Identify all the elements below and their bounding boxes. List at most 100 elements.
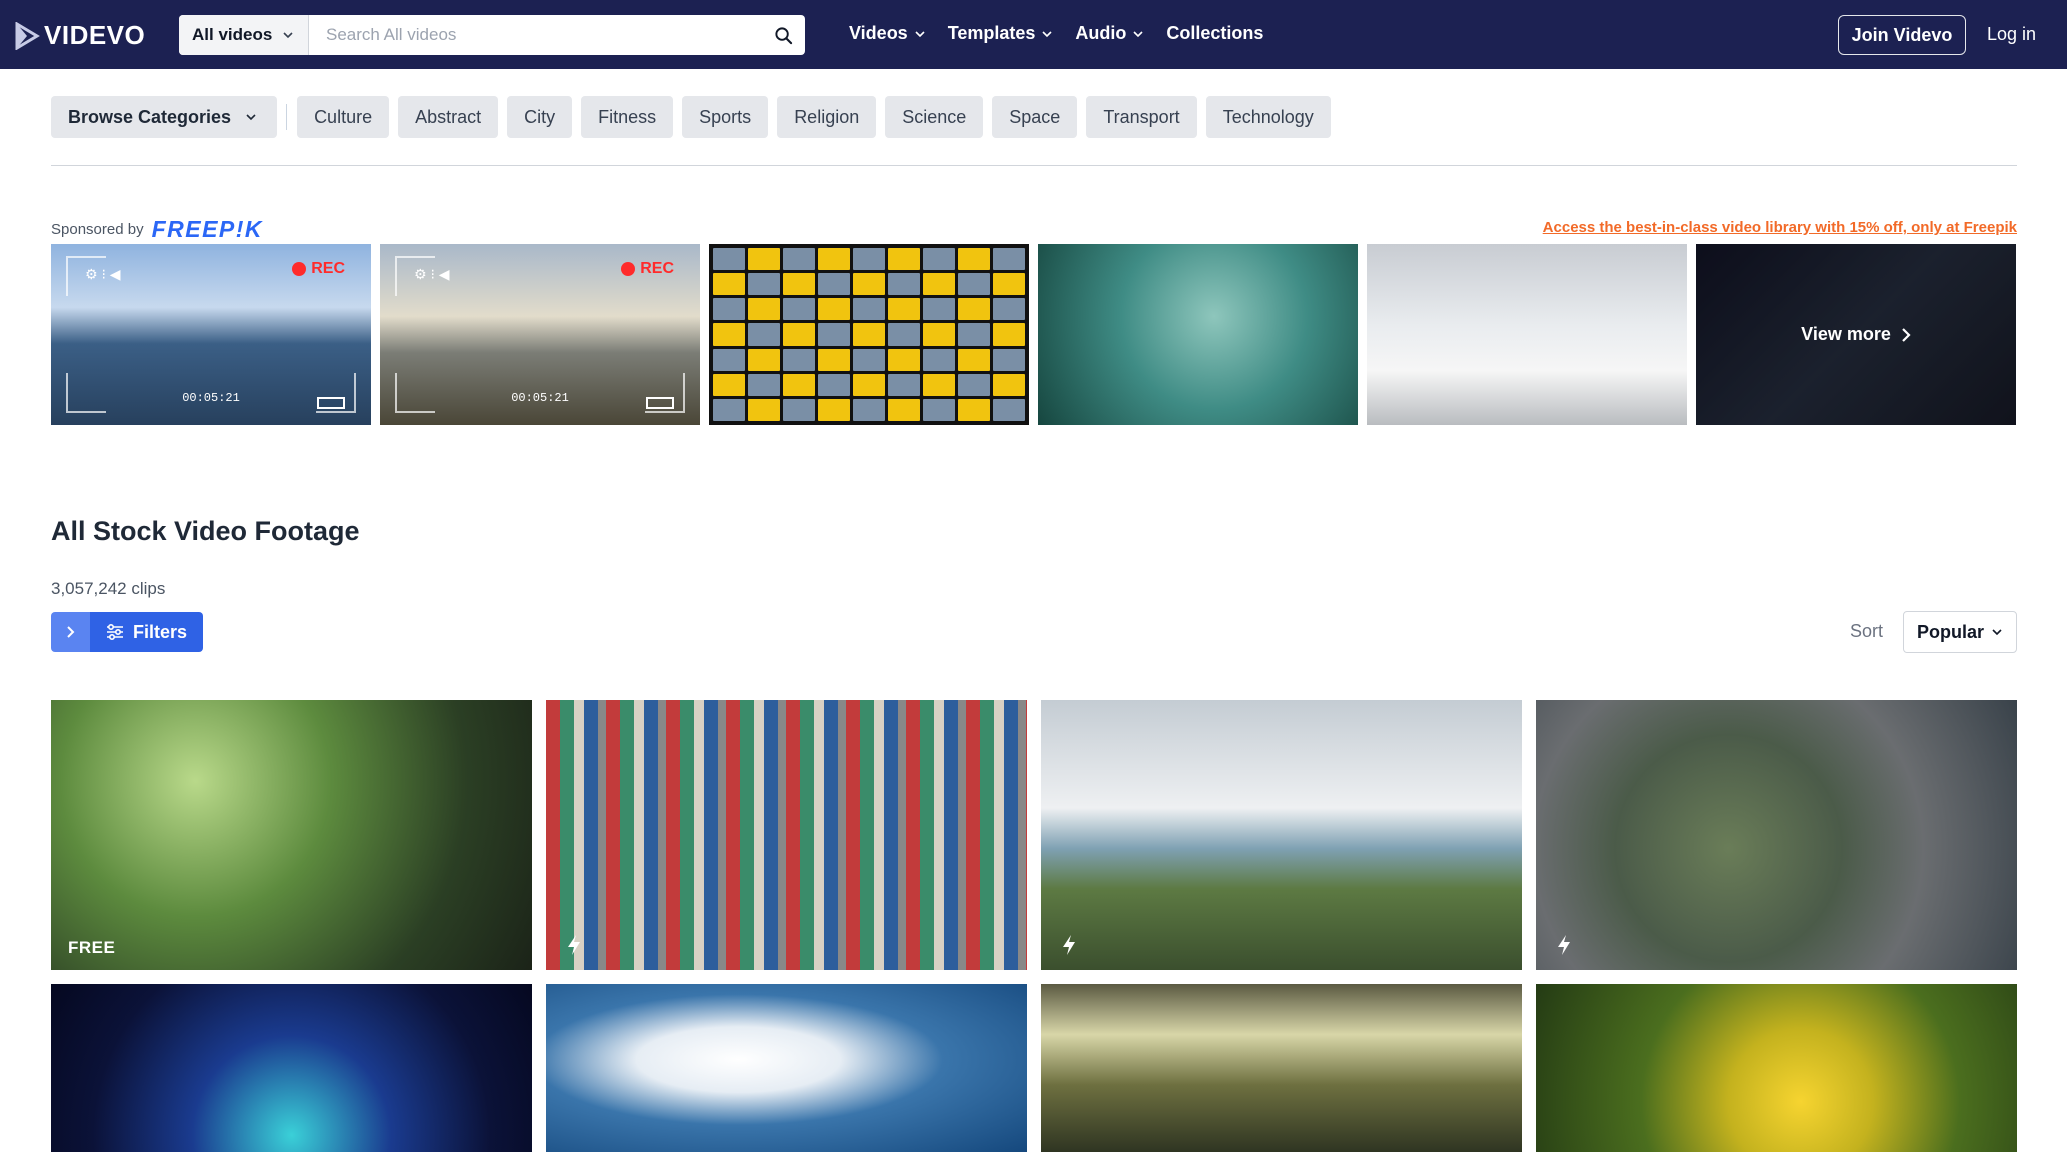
sponsored-thumb[interactable]: ⚙ ⁝ ◀ REC 00:05:21	[51, 244, 371, 425]
chevron-down-icon	[1133, 30, 1143, 37]
mosaic-tile	[853, 323, 885, 346]
chevron-right-icon	[1902, 327, 1911, 342]
chevron-down-icon	[915, 30, 925, 37]
video-card[interactable]	[1041, 984, 1522, 1152]
menu-videos-label: Videos	[849, 23, 908, 43]
camera-settings-icon: ⚙ ⁝ ◀	[414, 266, 450, 282]
rec-dot-icon	[621, 262, 636, 276]
search-input[interactable]	[309, 15, 761, 55]
filters-button[interactable]: Filters	[90, 612, 203, 652]
sort-dropdown[interactable]: Popular	[1903, 611, 2017, 653]
mosaic-tile	[923, 298, 955, 321]
mosaic-tile	[888, 398, 920, 421]
video-card[interactable]	[546, 700, 1027, 970]
mosaic-tile	[888, 373, 920, 396]
mosaic-tile	[748, 398, 780, 421]
mosaic-tile	[958, 398, 990, 421]
mosaic-tile	[748, 298, 780, 321]
sponsored-thumb[interactable]	[1038, 244, 1358, 425]
mosaic-tile	[888, 323, 920, 346]
lightning-icon	[568, 935, 580, 955]
video-mosaic	[713, 248, 1025, 421]
mosaic-tile	[713, 298, 745, 321]
mosaic-tile	[818, 298, 850, 321]
video-card[interactable]	[1041, 700, 1522, 970]
category-chip-technology[interactable]: Technology	[1205, 96, 1331, 138]
login-link[interactable]: Log in	[1987, 24, 2036, 45]
video-card[interactable]	[51, 984, 532, 1152]
category-chip-transport[interactable]: Transport	[1086, 96, 1197, 138]
category-chip-sports[interactable]: Sports	[682, 96, 769, 138]
mosaic-tile	[783, 323, 815, 346]
menu-templates[interactable]: Templates	[948, 23, 1054, 44]
camera-settings-icon: ⚙ ⁝ ◀	[85, 266, 121, 282]
mosaic-tile	[923, 398, 955, 421]
video-card[interactable]	[1536, 984, 2017, 1152]
mosaic-tile	[818, 398, 850, 421]
mosaic-tile	[958, 348, 990, 371]
filters-toggle-button[interactable]	[51, 612, 90, 652]
sliders-icon	[106, 624, 123, 640]
play-logo-icon	[15, 21, 40, 50]
sort-value: Popular	[1916, 621, 1984, 642]
sponsored-prefix: Sponsored by	[51, 221, 144, 238]
browse-categories-button[interactable]: Browse Categories	[51, 96, 278, 138]
category-chip-city[interactable]: City	[507, 96, 573, 138]
video-card[interactable]	[546, 984, 1027, 1152]
mosaic-tile	[713, 373, 745, 396]
video-grid: FREE	[51, 700, 2017, 1152]
category-bar: Browse Categories Culture Abstract City …	[51, 96, 1331, 138]
mosaic-tile	[783, 348, 815, 371]
page-title: All Stock Video Footage	[51, 516, 360, 546]
search-bar: All videos	[179, 15, 805, 55]
mosaic-tile	[923, 373, 955, 396]
freepik-logo[interactable]: FREEP!K	[152, 216, 263, 243]
sponsored-thumb[interactable]	[709, 244, 1029, 425]
category-chip-fitness[interactable]: Fitness	[581, 96, 674, 138]
mosaic-tile	[783, 373, 815, 396]
category-chip-space[interactable]: Space	[992, 96, 1078, 138]
lightning-icon	[1063, 935, 1075, 955]
category-chip-religion[interactable]: Religion	[777, 96, 877, 138]
filters-control: Filters	[51, 612, 203, 652]
mosaic-tile	[888, 298, 920, 321]
free-badge: FREE	[68, 938, 116, 957]
menu-videos[interactable]: Videos	[849, 23, 926, 44]
category-chip-culture[interactable]: Culture	[297, 96, 390, 138]
menu-audio[interactable]: Audio	[1075, 23, 1144, 44]
view-more-button[interactable]: View more	[1696, 244, 2016, 425]
sponsored-thumb[interactable]	[1367, 244, 1687, 425]
search-scope-select[interactable]: All videos	[179, 15, 309, 55]
mosaic-tile	[713, 348, 745, 371]
sponsored-thumb-view-more[interactable]: View more	[1696, 244, 2016, 425]
search-button[interactable]	[761, 15, 805, 55]
video-card[interactable]	[1536, 700, 2017, 970]
chevron-down-icon	[246, 114, 256, 121]
mosaic-tile	[888, 248, 920, 271]
clip-count: 3,057,242 clips	[51, 579, 166, 598]
menu-collections-label: Collections	[1166, 23, 1264, 43]
mosaic-tile	[853, 298, 885, 321]
category-chip-science[interactable]: Science	[885, 96, 984, 138]
mosaic-tile	[923, 348, 955, 371]
mosaic-tile	[818, 323, 850, 346]
mosaic-tile	[958, 323, 990, 346]
mosaic-tile	[713, 248, 745, 271]
mosaic-tile	[783, 248, 815, 271]
mosaic-tile	[923, 323, 955, 346]
mosaic-tile	[853, 373, 885, 396]
menu-collections[interactable]: Collections	[1166, 23, 1263, 44]
mosaic-tile	[958, 373, 990, 396]
videvo-logo[interactable]: VIDEVO	[14, 20, 145, 51]
category-chip-abstract[interactable]: Abstract	[398, 96, 499, 138]
video-card[interactable]: FREE	[51, 700, 532, 970]
mosaic-tile	[853, 348, 885, 371]
mosaic-tile	[993, 248, 1025, 271]
divider	[286, 104, 288, 130]
join-button[interactable]: Join Videvo	[1838, 15, 1966, 55]
mosaic-tile	[713, 273, 745, 296]
mosaic-tile	[888, 348, 920, 371]
mosaic-tile	[748, 323, 780, 346]
sponsored-thumb[interactable]: ⚙ ⁝ ◀ REC 00:05:21	[380, 244, 700, 425]
freepik-promo-link[interactable]: Access the best-in-class video library w…	[1543, 219, 2017, 236]
